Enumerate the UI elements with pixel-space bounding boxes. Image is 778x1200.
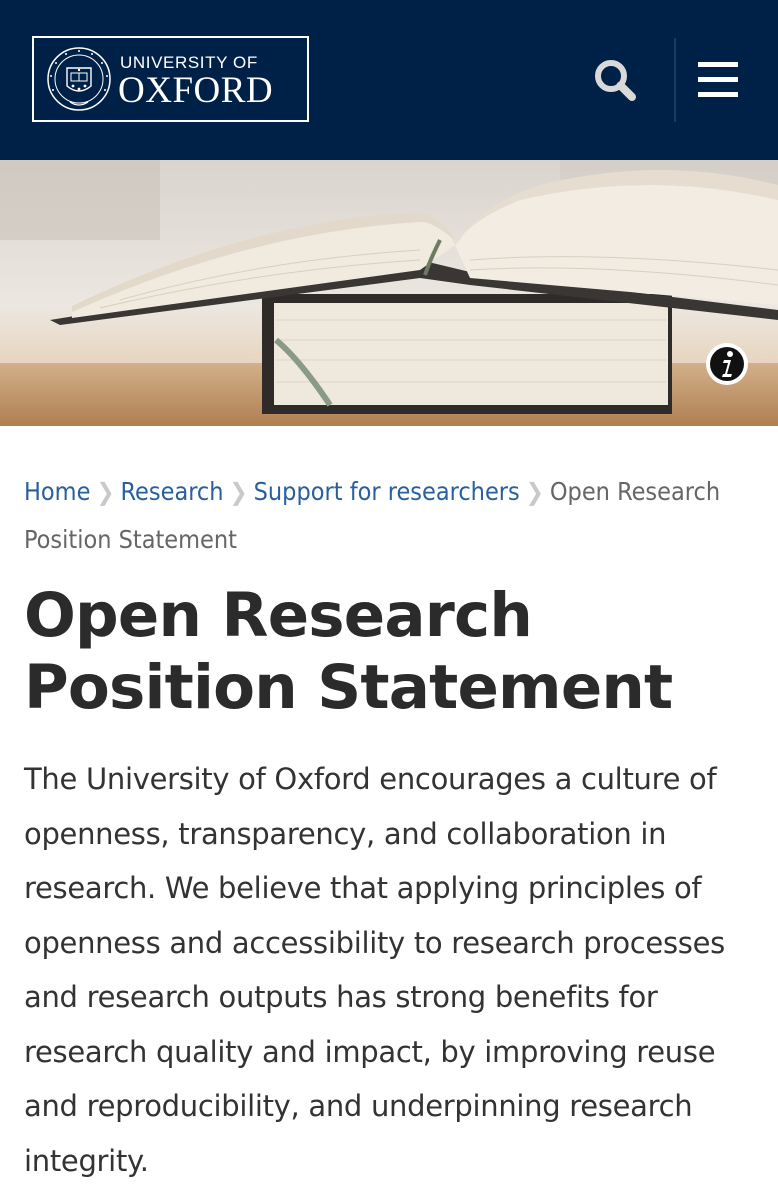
site-header: UNIVERSITY OF OXFORD — [0, 0, 778, 160]
menu-button[interactable] — [694, 58, 742, 102]
breadcrumb: Home ❯ Research ❯ Support for researchers ❯ Op… — [24, 468, 754, 564]
intro-paragraph: The University of Oxford encourages a cu… — [24, 762, 725, 1178]
image-info-button[interactable] — [703, 340, 751, 388]
page-title: Open Research Position Statement — [24, 580, 673, 723]
breadcrumb-home[interactable]: Home — [24, 477, 90, 506]
oxford-logo[interactable]: UNIVERSITY OF OXFORD — [32, 36, 309, 122]
breadcrumb-separator-icon: ❯ — [96, 478, 115, 506]
breadcrumb-separator-icon: ❯ — [229, 478, 248, 506]
search-button[interactable] — [590, 56, 640, 106]
hero-image — [0, 160, 778, 426]
header-divider — [674, 38, 676, 122]
search-icon — [595, 60, 636, 101]
menu-icon — [698, 62, 738, 97]
oxford-crest-icon — [47, 47, 111, 111]
breadcrumb-research[interactable]: Research — [121, 477, 224, 506]
books-photo — [0, 160, 778, 426]
main-content: Home ❯ Research ❯ Support for researchers ❯ Op… — [0, 468, 778, 1188]
breadcrumb-support-for-researchers[interactable]: Support for researchers — [254, 477, 520, 506]
logo-line-2: OXFORD — [118, 70, 274, 111]
breadcrumb-separator-icon: ❯ — [525, 478, 544, 506]
info-icon — [706, 343, 748, 385]
